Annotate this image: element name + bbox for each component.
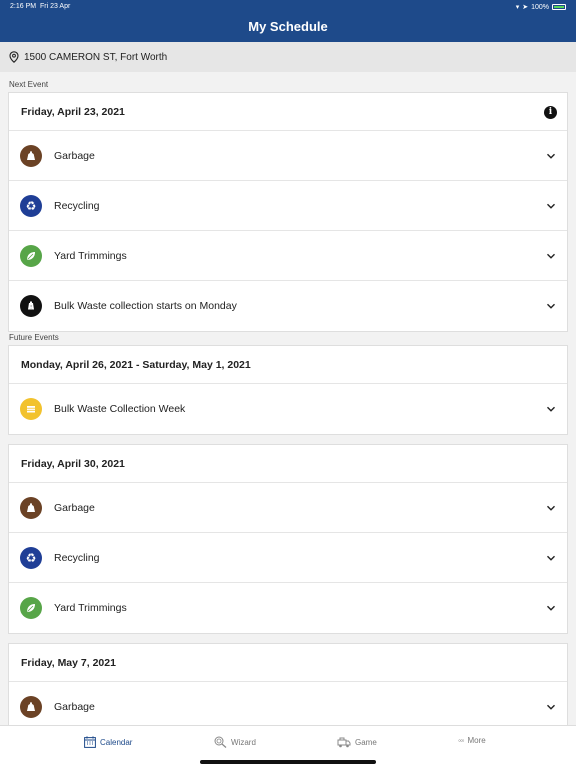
chevron-down-icon — [547, 303, 555, 309]
game-truck-icon — [337, 737, 351, 748]
event-date-header: Friday, April 23, 2021 i — [9, 93, 567, 131]
tab-wizard[interactable]: Wizard — [214, 736, 256, 748]
event-row[interactable]: Garbage — [9, 682, 567, 725]
recycling-icon: ♻ — [20, 194, 42, 217]
chevron-down-icon — [547, 153, 555, 159]
event-label: Recycling — [54, 199, 100, 212]
event-date-header: Friday, May 7, 2021 — [9, 644, 567, 682]
chevron-down-icon — [547, 253, 555, 259]
future-event-card: Friday, April 30, 2021 Garbage ♻ Recycling Y… — [8, 444, 568, 634]
chevron-down-icon — [547, 203, 555, 209]
event-date: Friday, April 23, 2021 — [21, 105, 125, 118]
svg-text:!: ! — [30, 304, 32, 309]
bulk-icon — [20, 398, 42, 420]
tab-more[interactable]: ◦◦◦ More — [458, 736, 486, 745]
event-date: Monday, April 26, 2021 - Saturday, May 1… — [21, 358, 251, 371]
leaf-icon — [20, 244, 42, 267]
bulk-notice-icon: ! — [20, 295, 42, 317]
calendar-icon — [84, 736, 96, 748]
event-label: Yard Trimmings — [54, 602, 127, 614]
garbage-icon — [20, 696, 42, 718]
event-date: Friday, April 30, 2021 — [21, 457, 125, 470]
info-icon[interactable]: i — [544, 106, 557, 119]
event-label: Garbage — [54, 701, 95, 713]
address-text: 1500 CAMERON ST, Fort Worth — [24, 51, 168, 63]
event-date: Friday, May 7, 2021 — [21, 656, 116, 669]
future-events-label: Future Events — [9, 333, 59, 342]
event-date-header: Monday, April 26, 2021 - Saturday, May 1… — [9, 346, 567, 384]
event-label: Garbage — [54, 501, 95, 514]
event-row[interactable]: ! Bulk Waste collection starts on Monday — [9, 281, 567, 331]
next-event-label: Next Event — [9, 80, 49, 89]
event-label: Recycling — [54, 551, 100, 564]
chevron-down-icon — [547, 555, 555, 561]
address-bar[interactable]: 1500 CAMERON ST, Fort Worth — [0, 42, 576, 72]
wifi-icon: ▾ — [515, 4, 520, 11]
status-icons: ▾ ➤ 100% — [516, 3, 566, 11]
future-event-card: Monday, April 26, 2021 - Saturday, May 1… — [8, 345, 568, 435]
page-title: My Schedule — [248, 19, 328, 34]
tab-game[interactable]: Game — [337, 736, 377, 748]
event-row[interactable]: Garbage — [9, 131, 567, 181]
recycling-icon: ♻ — [20, 546, 42, 569]
event-row[interactable]: Bulk Waste Collection Week — [9, 384, 567, 434]
event-row[interactable]: Yard Trimmings — [9, 583, 567, 633]
future-events: Monday, April 26, 2021 - Saturday, May 1… — [0, 345, 576, 725]
event-label: Bulk Waste collection starts on Monday — [54, 300, 237, 312]
battery-icon — [552, 4, 566, 10]
event-row[interactable]: Garbage — [9, 483, 567, 533]
schedule-list[interactable]: Next Event Friday, April 23, 2021 i Garbag… — [0, 72, 576, 725]
status-time-date: 2:16 PM Fri 23 Apr — [10, 3, 71, 10]
location-pin-icon — [9, 51, 19, 63]
chevron-down-icon — [547, 605, 555, 611]
chevron-down-icon — [547, 406, 555, 412]
location-icon: ➤ — [522, 4, 529, 11]
event-row[interactable]: ♻ Recycling — [9, 181, 567, 231]
nav-bar: My Schedule — [0, 14, 576, 42]
garbage-icon — [20, 144, 42, 167]
future-event-card: Friday, May 7, 2021 Garbage — [8, 643, 568, 725]
more-dots-icon: ◦◦◦ — [458, 736, 464, 745]
tab-calendar[interactable]: Calendar — [84, 736, 132, 748]
event-label: Yard Trimmings — [54, 249, 127, 262]
home-indicator — [200, 760, 376, 764]
status-bar: 2:16 PM Fri 23 Apr ▾ ➤ 100% — [0, 0, 576, 14]
event-date-header: Friday, April 30, 2021 — [9, 445, 567, 483]
next-event-card: Friday, April 23, 2021 i Garbage ♻ Recycling… — [8, 92, 568, 332]
event-label: Bulk Waste Collection Week — [54, 403, 186, 415]
battery-percent: 100% — [531, 3, 549, 11]
garbage-icon — [20, 496, 42, 519]
event-row[interactable]: Yard Trimmings — [9, 231, 567, 281]
event-label: Garbage — [54, 149, 95, 162]
leaf-icon — [20, 597, 42, 619]
chevron-down-icon — [547, 505, 555, 511]
wizard-search-icon — [214, 736, 227, 748]
event-row[interactable]: ♻ Recycling — [9, 533, 567, 583]
chevron-down-icon — [547, 704, 555, 710]
